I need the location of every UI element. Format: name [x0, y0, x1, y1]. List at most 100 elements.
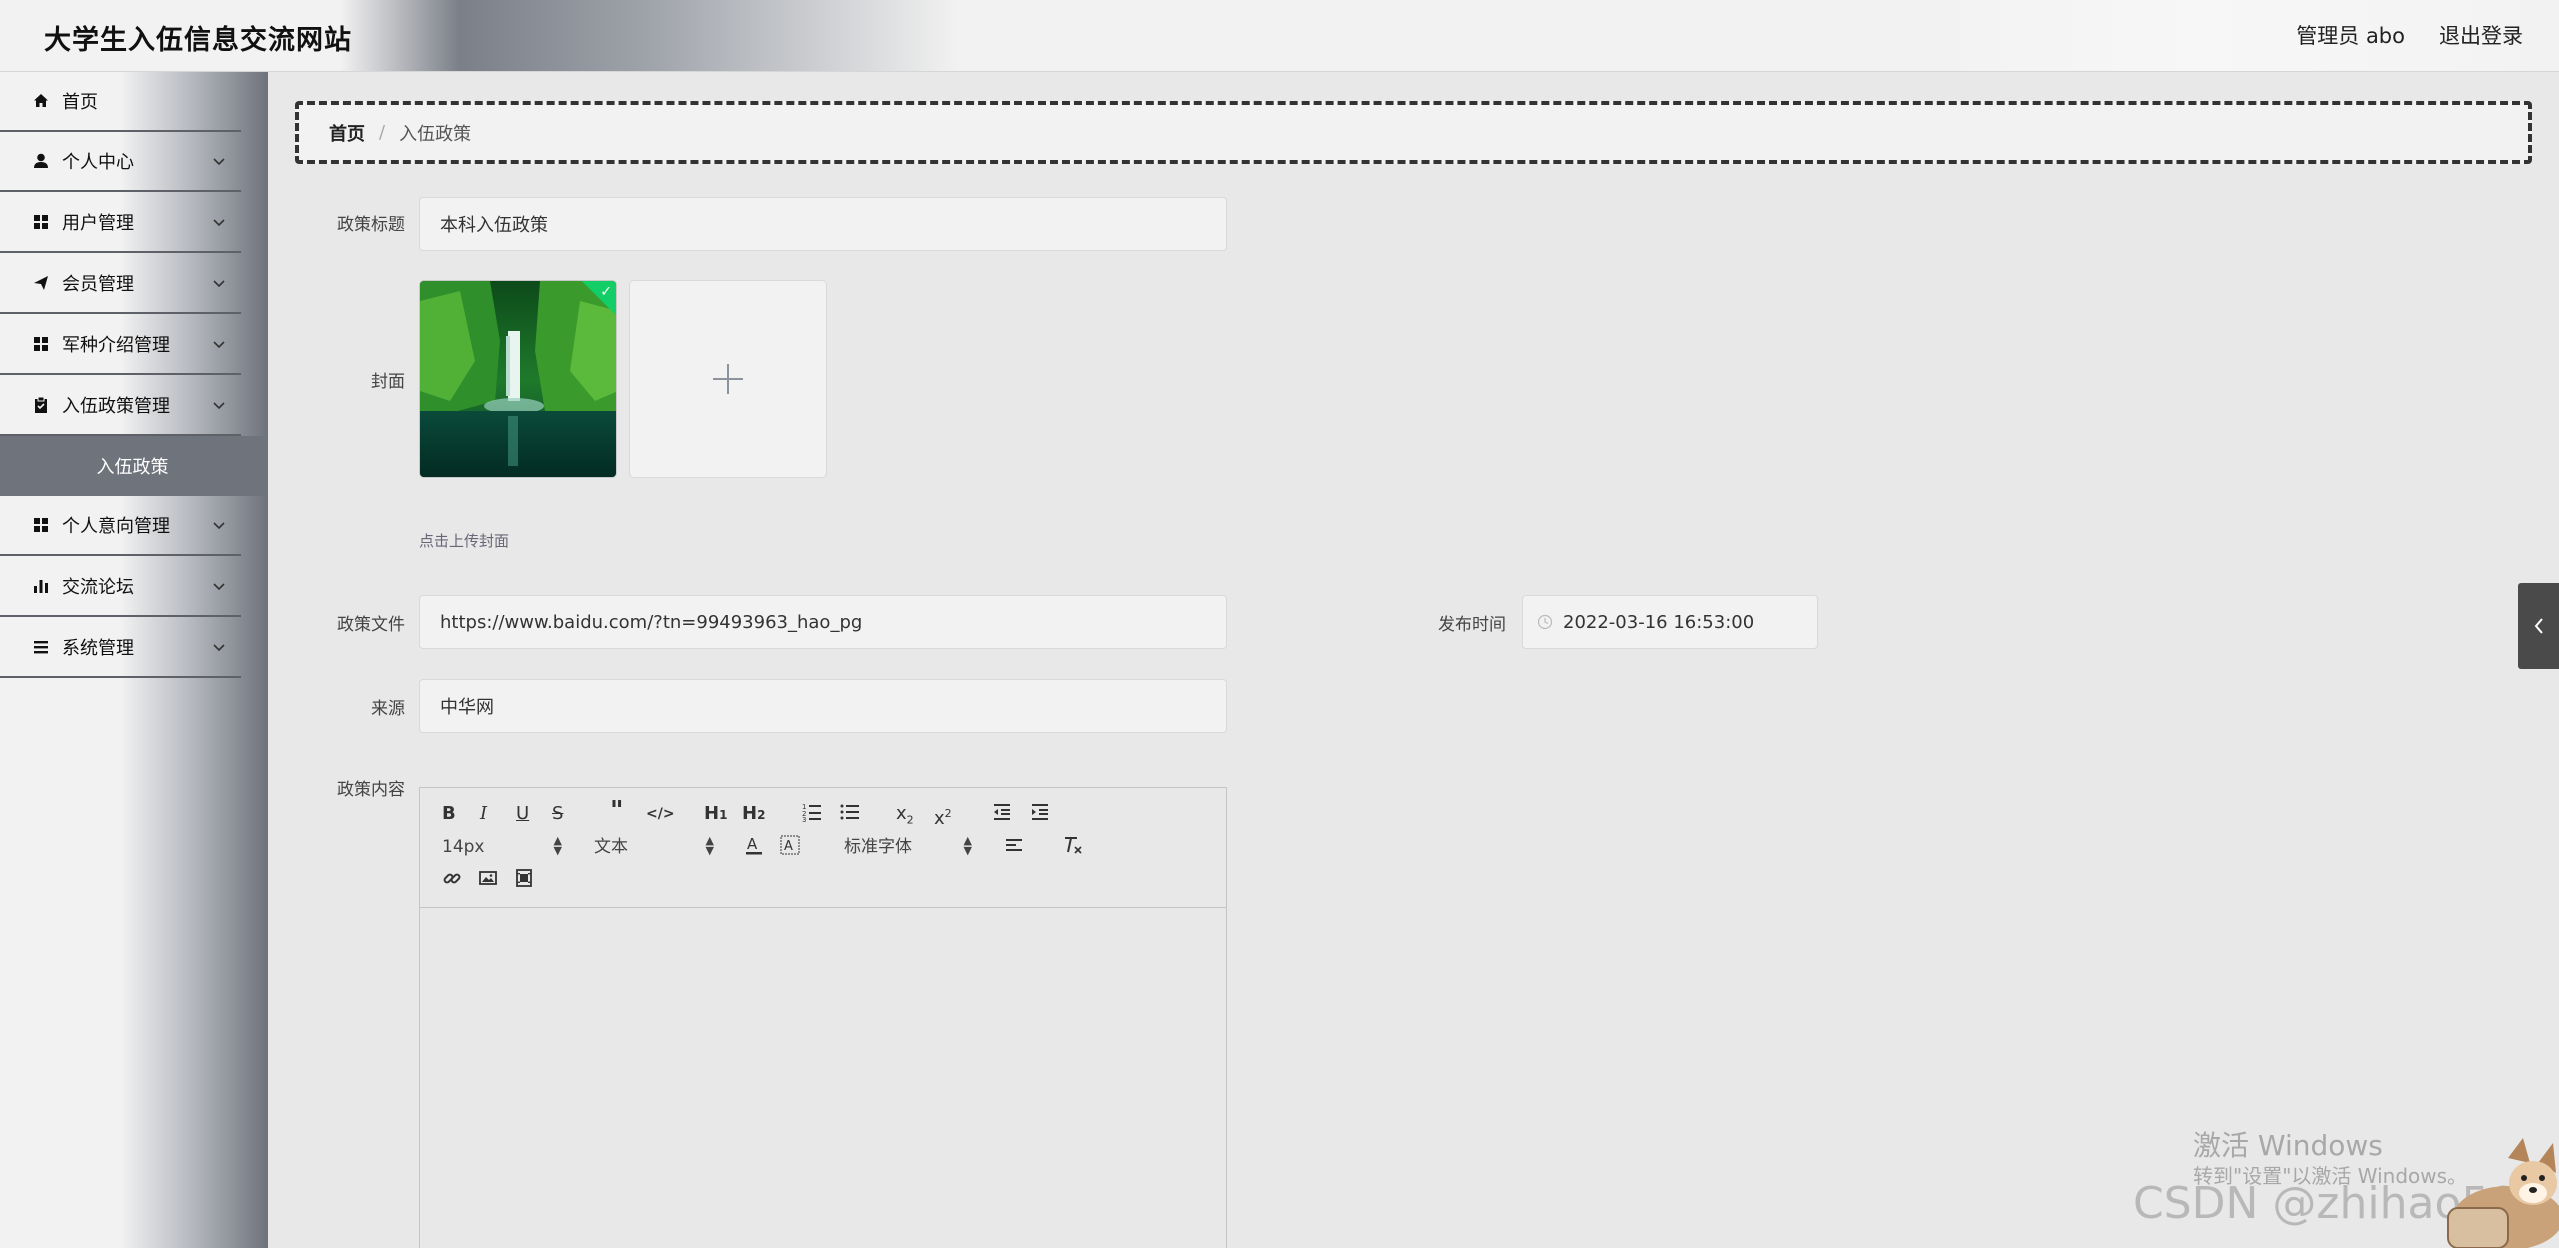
font-color-icon[interactable]: A	[744, 834, 764, 862]
chevron-down-icon	[213, 644, 225, 652]
grid-icon	[32, 335, 50, 353]
publish-time-label: 发布时间	[1438, 615, 1506, 635]
policy-content-label: 政策内容	[337, 780, 405, 800]
font-size-value: 14px	[442, 837, 485, 857]
current-user-label[interactable]: 管理员 abo	[2296, 20, 2405, 50]
clipboard-icon	[32, 396, 50, 414]
list-icon	[32, 638, 50, 656]
bar-chart-icon	[32, 577, 50, 595]
select-arrows-icon: ▲ ▼	[553, 834, 562, 857]
superscript-button[interactable]: x2	[934, 803, 952, 830]
rich-text-editor: B I U S " </> H1 H2 123 x2 x2 14px ▲ ▼ 文本…	[419, 787, 1227, 1248]
sidebar-item-user-management[interactable]: 用户管理	[0, 193, 241, 253]
quote-icon[interactable]: "	[610, 798, 624, 824]
sidebar-item-label: 入伍政策管理	[62, 396, 170, 417]
cover-label: 封面	[371, 372, 405, 392]
sidebar-item-system-management[interactable]: 系统管理	[0, 618, 241, 678]
policy-title-input[interactable]: 本科入伍政策	[419, 197, 1227, 251]
sidebar-item-label: 首页	[62, 92, 98, 113]
policy-file-input[interactable]: https://www.baidu.com/?tn=99493963_hao_p…	[419, 595, 1227, 649]
clock-icon	[1537, 614, 1553, 630]
outdent-icon[interactable]	[992, 802, 1012, 828]
sidebar-item-forum[interactable]: 交流论坛	[0, 557, 241, 617]
sidebar-item-service-intro[interactable]: 军种介绍管理	[0, 315, 241, 375]
heading1-button[interactable]: H1	[704, 803, 727, 826]
underline-button[interactable]: U	[516, 803, 529, 825]
sidebar-item-label: 系统管理	[62, 638, 134, 659]
svg-text:A: A	[747, 835, 758, 853]
link-icon[interactable]	[442, 868, 462, 894]
waterfall-image	[420, 281, 616, 477]
font-size-select[interactable]: 14px ▲ ▼	[442, 834, 562, 858]
publish-time-picker[interactable]: 2022-03-16 16:53:00	[1522, 595, 1818, 649]
check-icon: ✓	[600, 283, 612, 299]
header-actions: 管理员 abo 退出登录	[2296, 20, 2523, 50]
align-icon[interactable]	[1004, 835, 1024, 861]
chevron-down-icon	[213, 341, 225, 349]
strike-button[interactable]: S	[552, 803, 563, 825]
upload-add-button[interactable]	[629, 280, 827, 478]
svg-text:3: 3	[802, 816, 806, 822]
policy-file-label: 政策文件	[337, 615, 405, 635]
home-icon	[32, 92, 50, 110]
bold-button[interactable]: B	[442, 803, 456, 825]
source-input[interactable]: 中华网	[419, 679, 1227, 733]
chevron-down-icon	[213, 522, 225, 530]
publish-time-value: 2022-03-16 16:53:00	[1563, 611, 1755, 633]
sidebar-item-policy-management[interactable]: 入伍政策管理	[0, 376, 241, 436]
font-family-value: 标准字体	[844, 837, 912, 857]
site-title: 大学生入伍信息交流网站	[44, 25, 352, 56]
breadcrumb: 首页 / 入伍政策	[295, 101, 2532, 164]
breadcrumb-current: 入伍政策	[399, 123, 472, 145]
sidebar-item-label: 交流论坛	[62, 577, 134, 598]
sidebar-item-label: 会员管理	[62, 274, 134, 295]
dog-sticker-image	[2447, 1138, 2559, 1248]
chevron-down-icon	[213, 158, 225, 166]
image-icon[interactable]	[478, 868, 498, 894]
subscript-button[interactable]: x2	[896, 803, 914, 832]
sidebar-item-label: 个人意向管理	[62, 516, 170, 537]
heading2-button[interactable]: H2	[742, 803, 765, 826]
ordered-list-icon[interactable]: 123	[802, 802, 822, 828]
font-family-select[interactable]: 标准字体 ▲ ▼	[844, 834, 972, 858]
send-icon	[32, 274, 50, 292]
sidebar-item-label: 个人中心	[62, 152, 134, 173]
chevron-down-icon	[213, 219, 225, 227]
cover-thumbnail[interactable]: ✓	[419, 280, 617, 478]
video-icon[interactable]	[514, 868, 534, 894]
sidebar-item-intention-management[interactable]: 个人意向管理	[0, 496, 241, 556]
breadcrumb-home-link[interactable]: 首页	[329, 120, 365, 146]
breadcrumb-separator: /	[379, 122, 386, 143]
cover-upload-tip: 点击上传封面	[419, 532, 510, 550]
top-header: 大学生入伍信息交流网站 管理员 abo 退出登录	[0, 0, 2559, 72]
grid-icon	[32, 516, 50, 534]
header-select-value: 文本	[594, 837, 628, 857]
background-color-icon[interactable]: A	[780, 834, 800, 862]
sidebar-item-home[interactable]: 首页	[0, 72, 241, 132]
editor-toolbar: B I U S " </> H1 H2 123 x2 x2 14px ▲ ▼ 文本…	[420, 788, 1226, 908]
user-icon	[32, 152, 50, 170]
policy-title-label: 政策标题	[337, 215, 405, 235]
sidebar: 首页 个人中心 用户管理 会员管理 军种介绍管理 入伍政策管理 入伍政策 个人意…	[0, 72, 268, 1248]
italic-button[interactable]: I	[480, 803, 487, 825]
logout-button[interactable]: 退出登录	[2439, 20, 2523, 50]
side-panel-toggle[interactable]	[2518, 583, 2559, 669]
sidebar-item-personal-center[interactable]: 个人中心	[0, 132, 241, 192]
chevron-down-icon	[213, 402, 225, 410]
select-arrows-icon: ▲ ▼	[705, 834, 714, 857]
grid-icon	[32, 213, 50, 231]
editor-content-area[interactable]	[420, 908, 1226, 1248]
windows-activation-title: 激活 Windows	[2193, 1129, 2383, 1162]
plus-icon	[713, 364, 743, 394]
clear-format-icon[interactable]	[1062, 834, 1084, 862]
sidebar-item-member-management[interactable]: 会员管理	[0, 254, 241, 314]
chevron-down-icon	[213, 280, 225, 288]
select-arrows-icon: ▲ ▼	[963, 834, 972, 857]
header-select[interactable]: 文本 ▲ ▼	[594, 834, 714, 858]
code-icon[interactable]: </>	[646, 803, 675, 825]
bullet-list-icon[interactable]	[840, 802, 860, 828]
sidebar-subitem-policy[interactable]: 入伍政策	[0, 436, 268, 496]
svg-text:A: A	[784, 839, 793, 854]
sidebar-item-label: 军种介绍管理	[62, 335, 170, 356]
indent-icon[interactable]	[1030, 802, 1050, 828]
